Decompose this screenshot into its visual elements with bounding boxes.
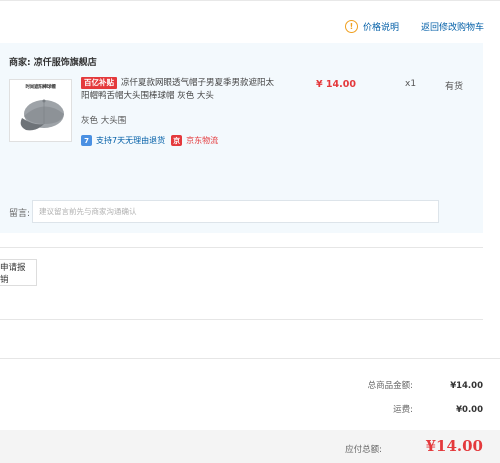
- top-divider: [0, 0, 500, 1]
- divider: [0, 319, 483, 320]
- shipping-value: ¥0.00: [456, 405, 483, 415]
- payable-value: ¥14.00: [425, 437, 483, 455]
- message-input[interactable]: [32, 200, 439, 223]
- shipping-row: 运费: ¥0.00: [353, 403, 483, 415]
- product-price: ¥ 14.00: [316, 79, 356, 90]
- invoice-button-label: 申请报销: [0, 262, 26, 285]
- merchant-name: 商家: 凉仟服饰旗舰店: [9, 58, 97, 68]
- payable-total-bar: 应付总额: ¥14.00: [0, 430, 500, 463]
- subsidy-badge: 百亿补贴: [81, 77, 117, 89]
- product-spec: 灰色 大头围: [81, 116, 127, 126]
- service-return-label: 支持7天无理由退货: [96, 136, 166, 145]
- service-logistics-label: 京东物流: [186, 136, 219, 145]
- cap-product-image: [20, 99, 64, 131]
- back-to-cart-link[interactable]: 返回修改购物车: [421, 20, 484, 33]
- product-quantity: x1: [405, 79, 417, 89]
- divider: [0, 247, 483, 248]
- message-label: 留言:: [9, 209, 31, 219]
- divider: [0, 358, 500, 359]
- stock-status: 有货: [445, 82, 464, 92]
- product-thumbnail[interactable]: 时尚遮阳棒球帽: [9, 79, 72, 142]
- goods-total-label: 总商品金额:: [367, 381, 413, 391]
- warning-icon: !: [344, 20, 358, 33]
- goods-total-value: ¥14.00: [450, 381, 483, 391]
- jd-logistics-icon: 京: [171, 135, 183, 146]
- invoice-button[interactable]: 申请报销: [0, 259, 37, 286]
- price-note-link[interactable]: ! 价格说明: [344, 20, 399, 33]
- header-links: ! 价格说明 返回修改购物车: [344, 20, 484, 33]
- shipping-label: 运费:: [393, 405, 413, 415]
- shop-order-panel: 商家: 凉仟服饰旗舰店 时尚遮阳棒球帽 百亿补贴 凉仟夏款网眼透气帽子男夏季男款遮…: [0, 43, 483, 233]
- price-note-label: 价格说明: [362, 23, 399, 33]
- goods-total-row: 总商品金额: ¥14.00: [353, 379, 483, 391]
- payable-label: 应付总额:: [345, 445, 382, 455]
- service-tags: 7 支持7天无理由退货 京 京东物流: [81, 135, 218, 146]
- product-title-area[interactable]: 百亿补贴 凉仟夏款网眼透气帽子男夏季男款遮阳太阳帽鸭舌帽大头围棒球帽 灰色 大头: [81, 77, 276, 103]
- return-policy-icon: 7: [81, 135, 92, 146]
